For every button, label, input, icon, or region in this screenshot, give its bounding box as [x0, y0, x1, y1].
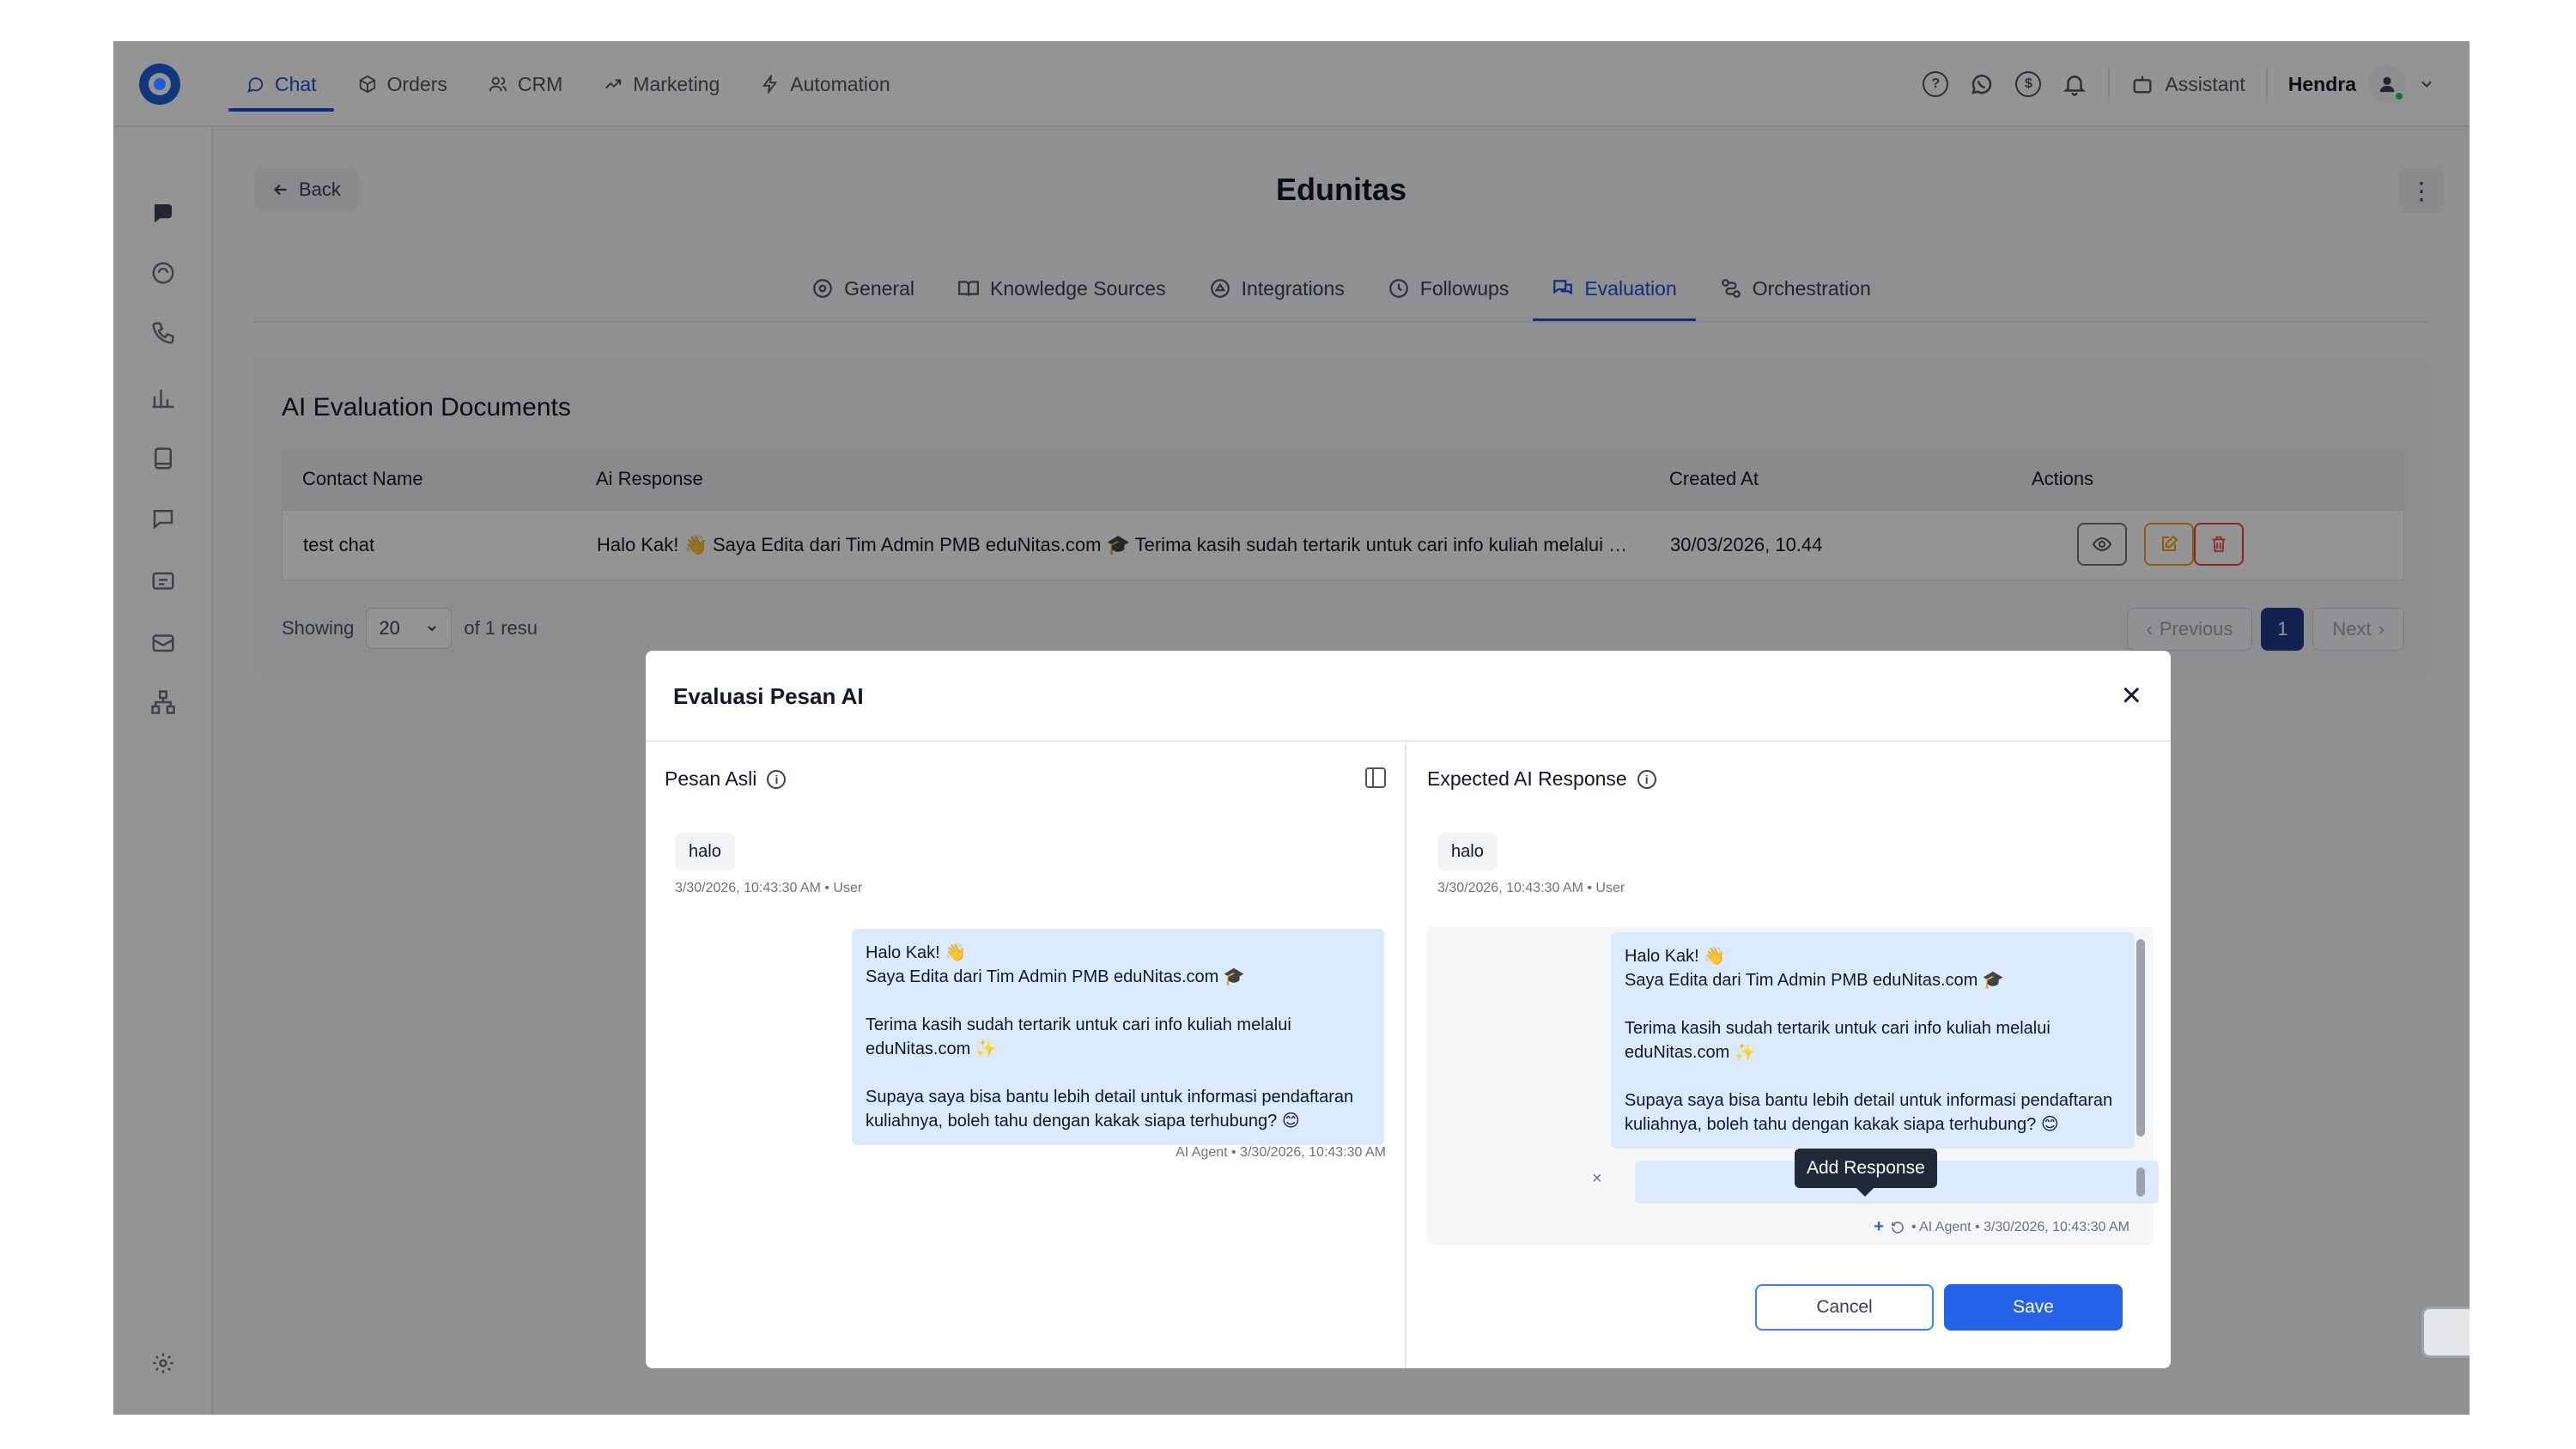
ai-message-meta: • AI Agent • 3/30/2026, 10:43:30 AM	[1911, 1219, 2129, 1234]
ai-message-bubble: Halo Kak! 👋 Saya Edita dari Tim Admin PM…	[852, 929, 1384, 1145]
ai-line: Supaya saya bisa bantu lebih detail untu…	[866, 1088, 1354, 1106]
ai-line: Terima kasih sudah tertarik untuk cari i…	[1625, 1019, 2050, 1038]
ai-line: Terima kasih sudah tertarik untuk cari i…	[866, 1016, 1291, 1034]
ai-line: Halo Kak! 👋	[866, 943, 967, 962]
original-message-header: Pesan Asli i	[665, 767, 787, 791]
ai-line: Halo Kak! 👋	[1625, 947, 1726, 966]
close-icon[interactable]: ×	[2122, 678, 2142, 712]
ai-message-meta-row: + • AI Agent • 3/30/2026, 10:43:30 AM	[1874, 1217, 2129, 1237]
expected-response-header: Expected AI Response i	[1427, 767, 1656, 791]
refresh-icon[interactable]	[1891, 1221, 1905, 1234]
app-window: Chat Orders CRM Marketing Automation ? $…	[113, 41, 2470, 1415]
remove-response-icon[interactable]: ×	[1592, 1169, 1602, 1189]
expected-response-editor: Halo Kak! 👋 Saya Edita dari Tim Admin PM…	[1427, 927, 2159, 1245]
plus-icon[interactable]: +	[1874, 1217, 1884, 1237]
ai-message-bubble[interactable]: Halo Kak! 👋 Saya Edita dari Tim Admin PM…	[1611, 932, 2135, 1149]
user-message-bubble: halo	[675, 833, 735, 870]
ai-line: Saya Edita dari Tim Admin PMB eduNitas.c…	[866, 967, 1245, 986]
user-message-meta: 3/30/2026, 10:43:30 AM • User	[675, 881, 863, 895]
add-response-tooltip: Add Response	[1795, 1149, 1937, 1197]
save-button[interactable]: Save	[1944, 1284, 2123, 1331]
ai-message-meta: AI Agent • 3/30/2026, 10:43:30 AM	[1176, 1145, 1386, 1160]
scrollbar[interactable]	[2136, 1167, 2145, 1197]
panel-toggle-icon[interactable]	[1365, 767, 1386, 788]
user-message-bubble: halo	[1437, 833, 1498, 870]
user-message-meta: 3/30/2026, 10:43:30 AM • User	[1437, 881, 1625, 895]
info-icon[interactable]: i	[1637, 769, 1656, 789]
scrollbar[interactable]	[2136, 939, 2145, 1137]
modal-title: Evaluasi Pesan AI	[673, 683, 864, 709]
expected-response-panel: Expected AI Response i halo 3/30/2026, 1…	[1408, 743, 2171, 1368]
ai-line: eduNitas.com ✨	[1625, 1043, 1756, 1062]
ai-line: Saya Edita dari Tim Admin PMB eduNitas.c…	[1625, 971, 2004, 990]
original-message-title: Pesan Asli	[665, 767, 757, 790]
evaluation-modal: Evaluasi Pesan AI × Pesan Asli i halo 3/…	[646, 651, 2171, 1368]
ai-line: kuliahnya, boleh tahu dengan kakak siapa…	[866, 1112, 1300, 1131]
cancel-button[interactable]: Cancel	[1755, 1284, 1934, 1331]
floating-feedback-button[interactable]	[2421, 1307, 2470, 1358]
ai-line: eduNitas.com ✨	[866, 1040, 997, 1058]
expected-response-title: Expected AI Response	[1427, 767, 1627, 790]
original-message-panel: Pesan Asli i halo 3/30/2026, 10:43:30 AM…	[646, 743, 1406, 1368]
ai-line: Supaya saya bisa bantu lebih detail untu…	[1625, 1091, 2113, 1110]
modal-header: Evaluasi Pesan AI ×	[646, 651, 2171, 742]
info-icon[interactable]: i	[767, 769, 787, 789]
ai-line: kuliahnya, boleh tahu dengan kakak siapa…	[1625, 1115, 2059, 1134]
